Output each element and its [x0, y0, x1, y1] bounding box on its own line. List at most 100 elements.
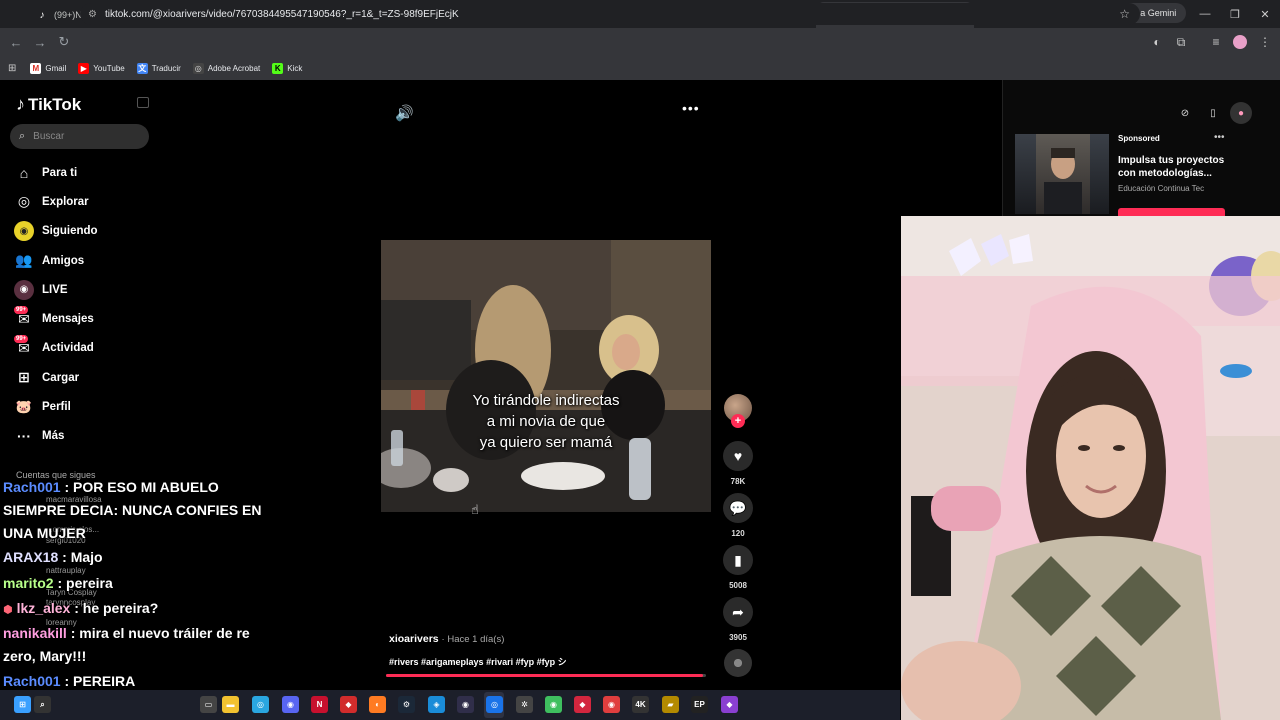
chat-separator: :: [58, 549, 71, 565]
webcam-frame: [901, 216, 1280, 720]
share-button[interactable]: ➦: [723, 597, 753, 627]
netflix-icon[interactable]: N: [311, 696, 328, 713]
comment-icon: 💬: [729, 499, 747, 516]
sidebar-item-para-ti[interactable]: ⌂ Para ti: [14, 158, 98, 187]
messages-icon: ✉ 99+: [14, 306, 30, 327]
sidebar-item-mensajes[interactable]: ✉ 99+ Mensajes: [14, 304, 98, 333]
sidebar-item-amigos[interactable]: 👥 Amigos: [14, 246, 98, 275]
sidebar-item-live[interactable]: ◉ LIVE: [14, 275, 98, 304]
discord-icon[interactable]: ◉: [282, 696, 299, 713]
chrome-icon[interactable]: ◎: [486, 696, 503, 713]
edge-icon[interactable]: ◎: [252, 696, 269, 713]
video-player[interactable]: Yo tirándole indirectas a mi novia de que…: [381, 240, 711, 512]
app6-icon[interactable]: ◉: [603, 696, 620, 713]
bookmark-item[interactable]: K Kick: [272, 62, 302, 74]
save-button[interactable]: ▮: [723, 545, 753, 575]
ad-title[interactable]: Impulsa tus proyectos con metodologías..…: [1118, 154, 1230, 180]
ad-more-icon[interactable]: •••: [1214, 132, 1225, 143]
device-icon[interactable]: ▯: [1202, 102, 1224, 124]
author-name[interactable]: xioarivers: [389, 633, 439, 645]
extension-icon[interactable]: ◐: [1146, 30, 1168, 54]
app8-icon[interactable]: ◆: [721, 696, 738, 713]
app3-icon[interactable]: ✲: [516, 696, 533, 713]
chrome-menu-icon[interactable]: ⋮: [1254, 30, 1276, 54]
sidebar-item-label: Amigos: [42, 254, 85, 267]
sidebar-item-perfil[interactable]: 🐷 Perfil: [14, 392, 98, 421]
video-hashtags[interactable]: #rivers #arigameplays #rivari #fyp #fyp …: [389, 655, 567, 668]
chat-username[interactable]: marito2: [3, 575, 54, 591]
firefox-icon[interactable]: ◐: [369, 696, 386, 713]
tiktok-logo[interactable]: ♪ TikTok: [16, 94, 81, 115]
restore-icon[interactable]: ❐: [1220, 0, 1250, 28]
steam-icon[interactable]: ⚙: [398, 696, 415, 713]
close-window-icon[interactable]: ✕: [1250, 0, 1280, 28]
music-disc-icon[interactable]: [724, 649, 752, 677]
bookmark-label: Gmail: [45, 63, 67, 73]
taskbar: [0, 690, 900, 720]
chat-username[interactable]: Rach001: [3, 673, 61, 689]
file-explorer-icon[interactable]: ▬: [222, 696, 239, 713]
translate-icon: 文: [136, 62, 148, 74]
profile-icon: 🐷: [15, 399, 33, 415]
windows-start-icon[interactable]: ⊞: [14, 696, 31, 713]
address-bar[interactable]: ⚙ tiktok.com/@xioarivers/video/767038449…: [80, 3, 1140, 25]
back-icon[interactable]: ←: [4, 30, 28, 54]
search-input[interactable]: ⌕ Buscar: [10, 124, 149, 149]
apps-grid-icon[interactable]: ⊞: [8, 63, 16, 74]
chat-username[interactable]: lkz_alex: [17, 600, 71, 616]
minimize-icon[interactable]: —: [1190, 0, 1220, 28]
sidebar-item-siguiendo[interactable]: ◉ Siguiendo: [14, 217, 98, 246]
video-progress-bar[interactable]: [386, 674, 706, 677]
task-view-icon[interactable]: ▭: [200, 696, 217, 713]
forward-icon[interactable]: →: [28, 30, 52, 54]
chat-separator: :: [70, 600, 83, 616]
volume-icon[interactable]: 🔊: [395, 104, 414, 122]
chat-text: PEREIRA: [73, 673, 136, 689]
chat-username[interactable]: ARAX18: [3, 549, 58, 565]
follow-plus-icon[interactable]: +: [731, 414, 745, 428]
chat-text: pereira: [66, 575, 113, 591]
streamer-webcam: [901, 216, 1280, 720]
sidebar-item-más[interactable]: ··· Más: [14, 422, 98, 451]
chat-separator: :: [53, 575, 67, 591]
app5-icon[interactable]: ◆: [574, 696, 591, 713]
epic-games-icon[interactable]: EP: [691, 696, 708, 713]
bookmarks-bar: ⊞ M Gmail ▶ YouTube 文 Traducir ◎ Adobe Acrobat K…: [0, 56, 1280, 80]
comment-button[interactable]: 💬: [723, 493, 753, 523]
more-options-icon[interactable]: •••: [682, 100, 700, 116]
caption-line: a mi novia de que: [486, 413, 606, 430]
compass-icon[interactable]: ⊘: [1174, 102, 1196, 124]
app4-icon[interactable]: ◉: [545, 696, 562, 713]
extensions-puzzle-icon[interactable]: ⧉: [1170, 30, 1192, 54]
bookmark-item[interactable]: M Gmail: [30, 62, 67, 74]
bookmark-item[interactable]: 文 Traducir: [136, 62, 181, 74]
app-icon[interactable]: ◆: [340, 696, 357, 713]
video-author[interactable]: xioarivers · Hace 1 día(s): [389, 633, 504, 645]
chat-username[interactable]: nanikakill: [3, 625, 67, 641]
bookmark-star-icon[interactable]: ☆: [1119, 7, 1130, 21]
app2-icon[interactable]: ◈: [428, 696, 445, 713]
chat-username[interactable]: Rach001: [3, 479, 61, 495]
bookmark-item[interactable]: ▶ YouTube: [78, 62, 125, 74]
like-count: 78K: [730, 477, 746, 486]
sidebar-item-cargar[interactable]: ⊞ Cargar: [14, 363, 98, 392]
sidebar-item-label: Mensajes: [42, 313, 94, 326]
app7-icon[interactable]: ▰: [662, 696, 679, 713]
site-info-icon[interactable]: ⚙: [88, 9, 97, 20]
profile-avatar-icon[interactable]: [1229, 30, 1251, 54]
sidebar-item-actividad[interactable]: ✉ 99+ Actividad: [14, 334, 98, 363]
user-avatar-icon[interactable]: ●: [1230, 102, 1252, 124]
reload-icon[interactable]: ↻: [52, 30, 76, 54]
sidebar-item-explorar[interactable]: ◎ Explorar: [14, 187, 98, 216]
bookmark-item[interactable]: ◎ Adobe Acrobat: [192, 62, 260, 74]
like-button[interactable]: ♥: [723, 441, 753, 471]
chat-separator: :: [60, 479, 74, 495]
obs-icon[interactable]: ◉: [457, 696, 474, 713]
4k-icon[interactable]: 4K: [632, 696, 649, 713]
search-placeholder: Buscar: [33, 131, 65, 142]
collapse-sidebar-icon[interactable]: [137, 97, 149, 108]
media-control-icon[interactable]: ≡: [1205, 30, 1227, 54]
chat-separator: :: [66, 625, 80, 641]
search-icon[interactable]: ⌕: [34, 696, 51, 713]
friends-icon: 👥: [15, 252, 33, 269]
